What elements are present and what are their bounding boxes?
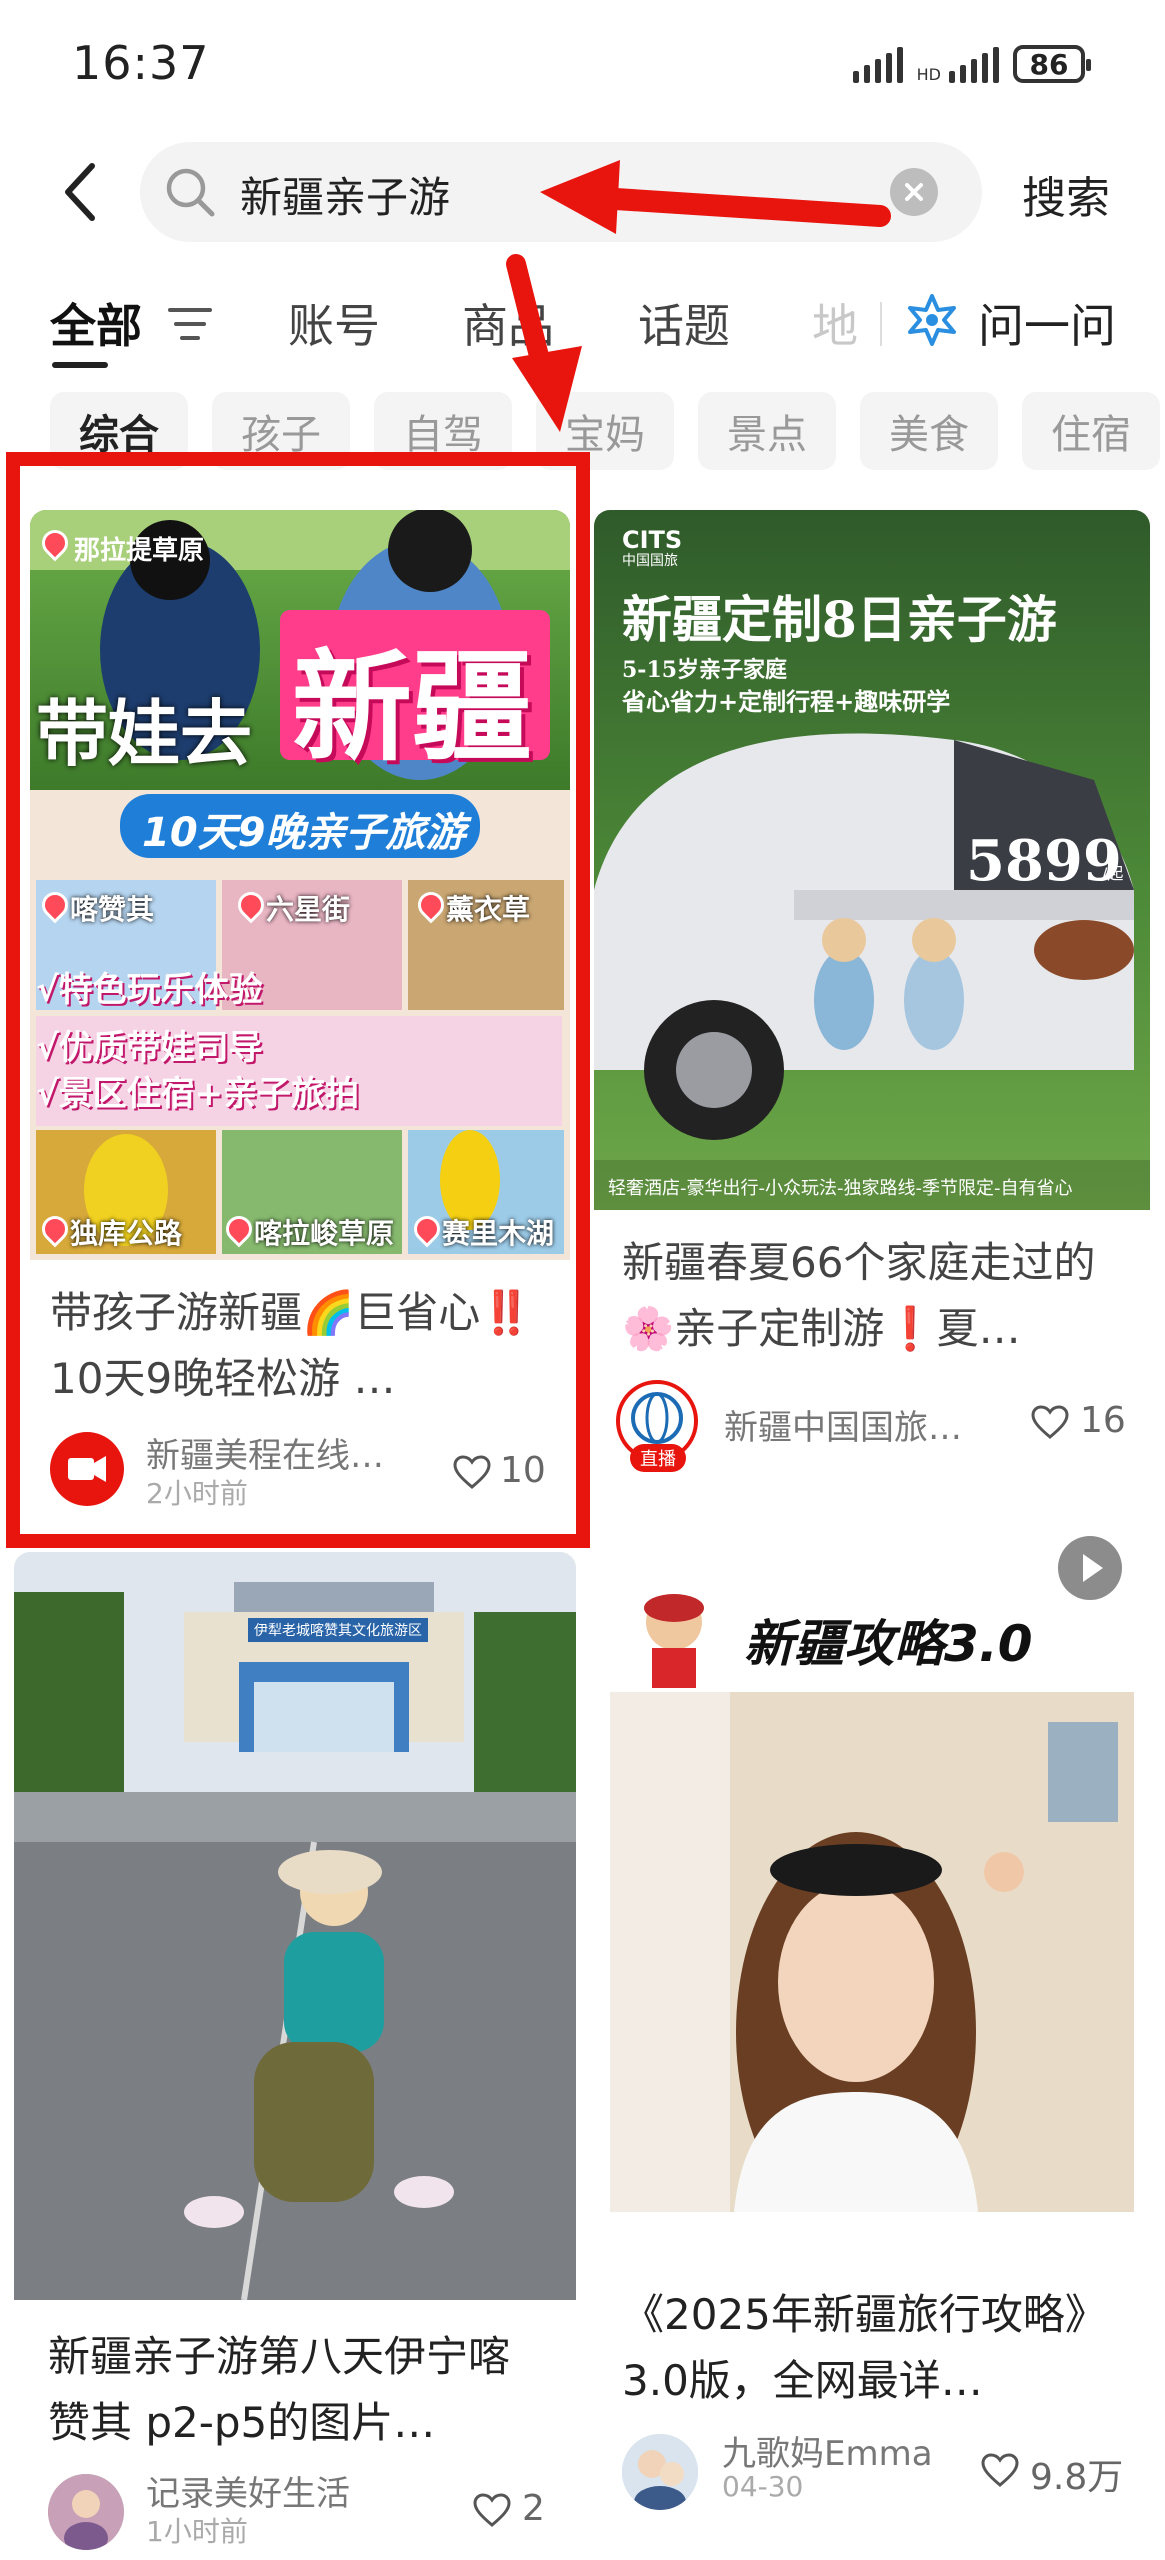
chip-attractions[interactable]: 景点 <box>698 392 836 470</box>
tab-products[interactable]: 商品 <box>462 290 554 356</box>
chip-food[interactable]: 美食 <box>860 392 998 470</box>
heart-icon[interactable] <box>980 2452 1020 2488</box>
author-name[interactable]: 新疆美程在线… <box>146 1428 446 1477</box>
back-button[interactable] <box>44 156 116 228</box>
back-arrow-icon <box>65 163 95 221</box>
cover-location: 独库公路 <box>70 1217 183 1250</box>
search-input[interactable]: 新疆亲子游 <box>140 142 982 242</box>
heart-icon[interactable] <box>1030 1404 1070 1440</box>
card-cover-image[interactable]: 那拉提草原 带娃去 新疆 10天9晚亲子旅游 喀赞其 六星街 薰衣草 √特色玩乐… <box>30 510 570 1260</box>
cover-price: 5899 <box>966 828 1122 894</box>
note-card[interactable]: 新疆攻略3.0 《2025年新疆旅行攻略》3.0版，全网最详… 九歌妈Emma … <box>594 1512 1150 2560</box>
like-count: 2 <box>522 2488 545 2529</box>
chip-kids[interactable]: 孩子 <box>212 392 350 470</box>
tab-accounts[interactable]: 账号 <box>288 290 380 356</box>
like-count: 9.8万 <box>1030 2457 1124 2498</box>
status-icons: HD 86 <box>852 44 1091 84</box>
note-card[interactable]: 伊犁老城喀赞其文化旅游区 新疆亲子游第八天伊宁喀赞其 p2-p5的图片… 记录美… <box>14 1552 576 2560</box>
clear-icon[interactable] <box>890 168 938 216</box>
avatar-photo <box>622 2434 698 2510</box>
status-time: 16:37 <box>72 36 210 90</box>
avatar[interactable] <box>622 2434 698 2510</box>
card-title[interactable]: 《2025年新疆旅行攻略》3.0版，全网最详… <box>622 2282 1130 2414</box>
cover-headline: 新疆攻略3.0 <box>744 1615 1033 1673</box>
cover-footer: 轻奢酒店-豪华出行-小众玩法-独家路线-季节限定-自有省心 <box>608 1178 1073 1199</box>
heart-icon[interactable] <box>472 2492 512 2528</box>
author-name[interactable]: 九歌妈Emma <box>722 2426 982 2475</box>
chip-comprehensive[interactable]: 综合 <box>50 392 188 470</box>
cover-subtitle: 省心省力+定制行程+趣味研学 <box>622 687 951 716</box>
battery-icon: 86 <box>1013 45 1091 83</box>
cover-location: 六星街 <box>266 893 351 926</box>
cover-price-unit: /起 <box>1102 864 1124 883</box>
card-title[interactable]: 新疆春夏66个家庭走过的🌸亲子定制游❗夏… <box>622 1230 1130 1362</box>
note-card[interactable]: 那拉提草原 带娃去 新疆 10天9晚亲子旅游 喀赞其 六星街 薰衣草 √特色玩乐… <box>30 510 570 1520</box>
ask-ai-icon[interactable] <box>904 292 960 348</box>
like-count: 10 <box>500 1450 546 1491</box>
cover-location: 喀赞其 <box>70 893 155 926</box>
cover-location: 赛里木湖 <box>442 1217 555 1250</box>
card-title[interactable]: 新疆亲子游第八天伊宁喀赞其 p2-p5的图片… <box>48 2324 544 2456</box>
card-cover-image[interactable]: 新疆攻略3.0 <box>594 1512 1150 2212</box>
signal-icon <box>852 45 903 83</box>
filter-icon[interactable] <box>168 306 212 342</box>
author-name[interactable]: 新疆中国国旅… <box>724 1400 1024 1449</box>
post-time: 1小时前 <box>146 2515 248 2548</box>
cover-headline-1: 带娃去 <box>36 692 253 776</box>
cover-feature: √优质带娃司导 <box>36 1028 263 1068</box>
cover-feature: √景区住宿+亲子旅拍 <box>36 1074 360 1114</box>
camera-logo-icon <box>68 1456 106 1482</box>
like-count: 16 <box>1080 1400 1126 1441</box>
gate-sign: 伊犁老城喀赞其文化旅游区 <box>248 1618 428 1642</box>
network-label: HD <box>916 65 941 84</box>
heart-icon[interactable] <box>452 1454 492 1490</box>
cover-location: 薰衣草 <box>446 893 531 926</box>
chip-lodging[interactable]: 住宿 <box>1022 392 1160 470</box>
cover-place-tag: 那拉提草原 <box>74 536 205 566</box>
post-time: 04-30 <box>722 2470 804 2503</box>
tab-divider <box>880 302 882 346</box>
cover-feature: √特色玩乐体验 <box>36 970 263 1010</box>
cover-headline-2: 新疆 <box>292 639 532 778</box>
post-time: 2小时前 <box>146 1477 248 1510</box>
status-bar: 16:37 HD 86 <box>0 0 1165 130</box>
cover-banner: 10天9晚亲子旅游 <box>142 810 466 856</box>
tab-bar: 全部 账号 商品 话题 地 问一问 <box>0 290 1165 380</box>
cover-photo <box>14 1552 576 2300</box>
video-play-icon[interactable] <box>1058 1536 1122 1600</box>
note-card[interactable]: CITS 中国国旅 新疆定制8日亲子游 5-15岁亲子家庭 省心省力+定制行程+… <box>594 510 1150 1490</box>
tab-places[interactable]: 地 <box>812 290 858 356</box>
ask-label[interactable]: 问一问 <box>978 290 1116 356</box>
avatar-photo <box>48 2474 124 2550</box>
chip-self-drive[interactable]: 自驾 <box>374 392 512 470</box>
signal-icon <box>949 45 999 83</box>
search-button[interactable]: 搜索 <box>1022 162 1110 226</box>
search-query[interactable]: 新疆亲子游 <box>240 164 450 225</box>
search-icon <box>164 166 216 218</box>
chip-moms[interactable]: 宝妈 <box>536 392 674 470</box>
live-badge: 直播 <box>630 1444 686 1472</box>
search-row: 新疆亲子游 搜索 <box>0 140 1165 245</box>
tab-topics[interactable]: 话题 <box>638 290 730 356</box>
filter-chips: 综合 孩子 自驾 宝妈 景点 美食 住宿 <box>0 392 1165 472</box>
cover-headline: 新疆定制8日亲子游 <box>622 590 1057 649</box>
card-title[interactable]: 带孩子游新疆🌈巨省心‼️10天9晚轻松游 … <box>50 1280 550 1412</box>
cover-location: 喀拉峻草原 <box>254 1217 395 1250</box>
cover-subtitle: 5-15岁亲子家庭 <box>622 657 788 683</box>
tab-all[interactable]: 全部 <box>50 290 142 356</box>
avatar[interactable] <box>50 1432 124 1506</box>
author-name[interactable]: 记录美好生活 <box>146 2466 446 2515</box>
card-cover-image[interactable]: 伊犁老城喀赞其文化旅游区 <box>14 1552 576 2300</box>
cover-brand-sub: 中国国旅 <box>622 553 678 569</box>
card-cover-image[interactable]: CITS 中国国旅 新疆定制8日亲子游 5-15岁亲子家庭 省心省力+定制行程+… <box>594 510 1150 1210</box>
avatar[interactable] <box>48 2474 124 2550</box>
active-tab-indicator <box>52 362 108 368</box>
